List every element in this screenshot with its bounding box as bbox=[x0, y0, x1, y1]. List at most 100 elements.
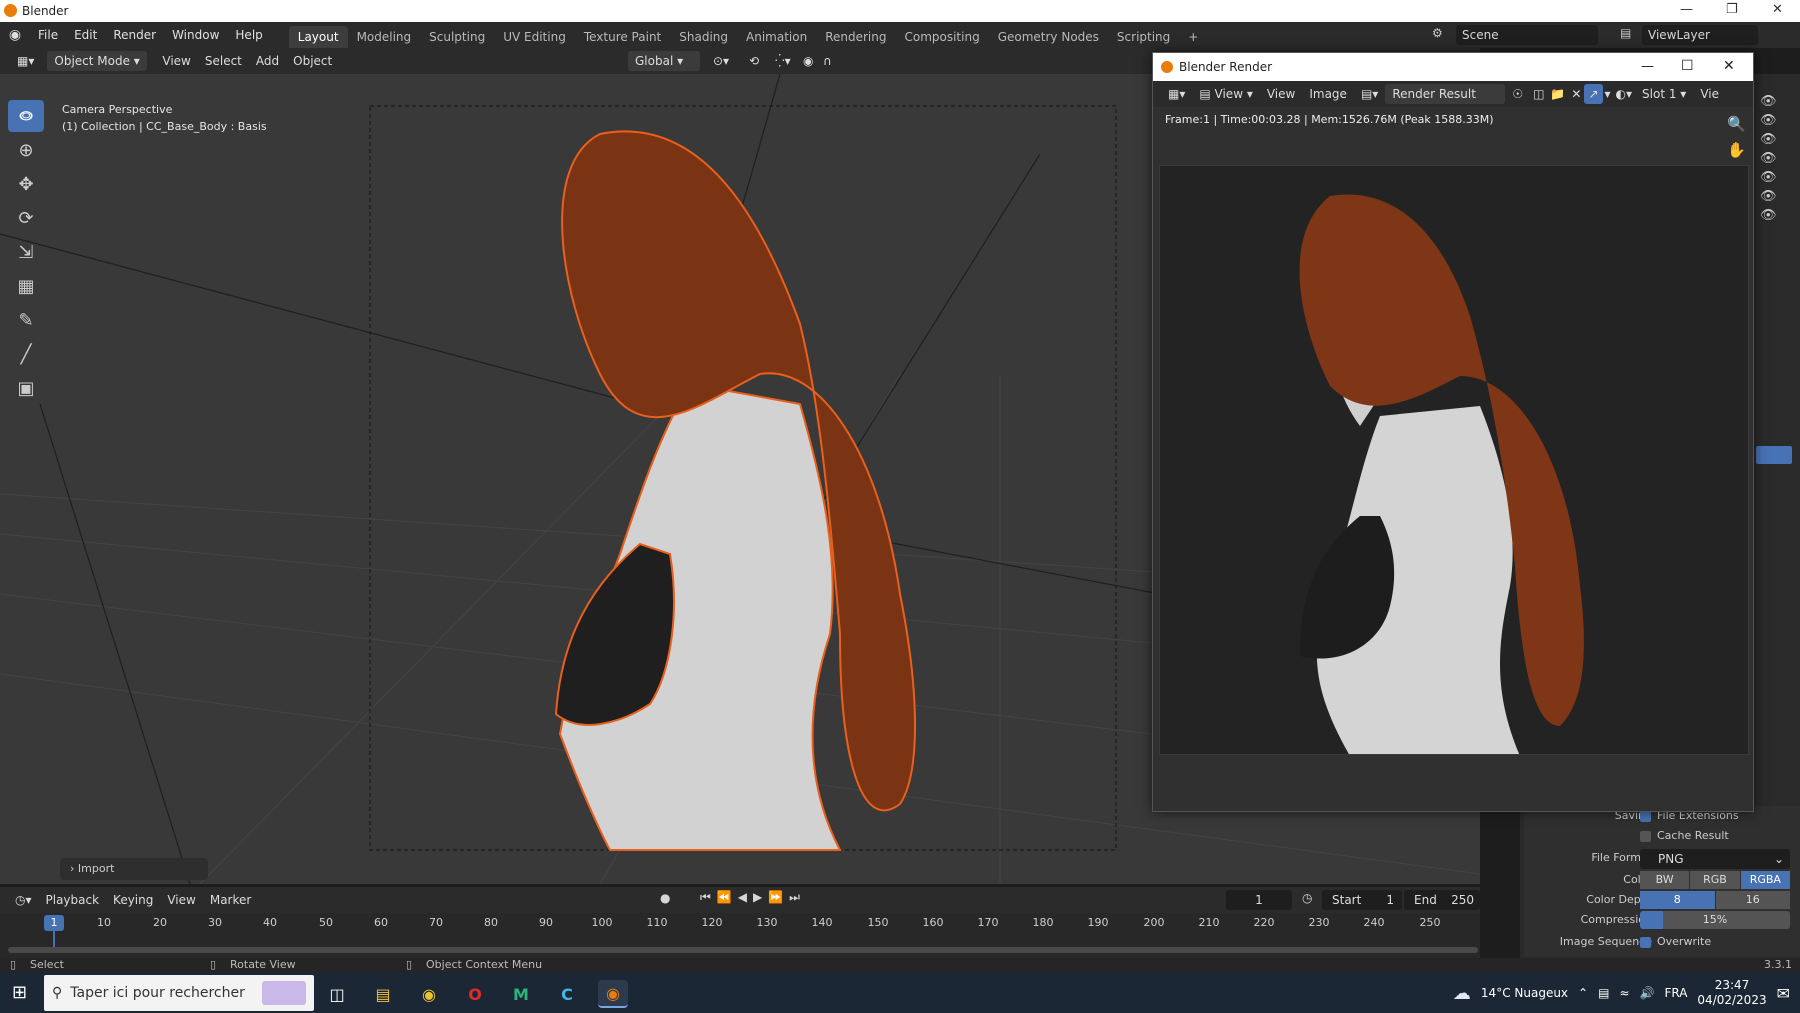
clock[interactable]: 23:47 04/02/2023 bbox=[1697, 978, 1766, 1008]
open-image-icon[interactable]: 📁 bbox=[1547, 84, 1568, 104]
image-name-field[interactable]: Render Result bbox=[1385, 84, 1506, 104]
overlays-icon[interactable]: ◐▾ bbox=[1613, 84, 1636, 104]
zoom-icon[interactable]: 🔍 bbox=[1727, 115, 1746, 133]
task-view-icon[interactable]: ◫ bbox=[322, 980, 352, 1008]
transform-tool-icon[interactable]: ▦ bbox=[8, 270, 44, 302]
playback-controls[interactable]: ⏮⏪◀▶⏩⏭ bbox=[700, 890, 806, 905]
sample-tool-icon[interactable]: ↗ bbox=[1584, 84, 1603, 104]
select-box-tool-icon[interactable]: ⭖ bbox=[8, 100, 44, 132]
transform-orientation-selector[interactable]: Global ▾ bbox=[628, 51, 700, 71]
menu-image-view[interactable]: View bbox=[1260, 84, 1302, 104]
tab-geometry-nodes[interactable]: Geometry Nodes bbox=[989, 26, 1108, 48]
minimize-icon[interactable]: — bbox=[1641, 59, 1654, 74]
slot-selector[interactable]: Slot 1 ▾ bbox=[1635, 84, 1693, 104]
properties-tab-output[interactable] bbox=[1756, 446, 1792, 464]
menu-add[interactable]: Add bbox=[249, 51, 286, 71]
color-mode-bw[interactable]: BW bbox=[1640, 871, 1690, 889]
restore-icon[interactable]: ❐ bbox=[1726, 2, 1738, 17]
chevron-down-icon[interactable]: ▾ bbox=[1603, 84, 1613, 104]
menu-edit[interactable]: Edit bbox=[66, 22, 105, 48]
start-frame-field[interactable]: Start 1 bbox=[1322, 890, 1402, 910]
render-window[interactable]: Blender Render — ☐ ✕ ▦▾ ▤ View ▾ View Im… bbox=[1152, 52, 1754, 812]
falloff-icon[interactable]: ∩ bbox=[816, 51, 839, 71]
menu-keying[interactable]: Keying bbox=[106, 890, 160, 910]
measure-tool-icon[interactable]: ╱ bbox=[8, 338, 44, 370]
tab-rendering[interactable]: Rendering bbox=[816, 26, 895, 48]
pan-hand-icon[interactable]: ✋ bbox=[1727, 141, 1746, 159]
m-app-icon[interactable]: M bbox=[506, 980, 536, 1008]
pivot-icon[interactable]: ⊙▾ bbox=[706, 51, 736, 71]
color-mode-rgba[interactable]: RGBA bbox=[1740, 871, 1790, 889]
menu-help[interactable]: Help bbox=[227, 22, 270, 48]
mode-selector[interactable]: Object Mode ▾ bbox=[47, 51, 148, 71]
menu-playback[interactable]: Playback bbox=[39, 890, 107, 910]
color-depth-16[interactable]: 16 bbox=[1715, 891, 1790, 909]
close-icon[interactable]: ✕ bbox=[1772, 2, 1783, 17]
notifications-icon[interactable]: ✉ bbox=[1777, 984, 1790, 1003]
language-indicator[interactable]: FRA bbox=[1664, 986, 1687, 1000]
scale-tool-icon[interactable]: ⇲ bbox=[8, 236, 44, 268]
new-image-icon[interactable]: ◫ bbox=[1530, 84, 1547, 104]
color-mode-rgb[interactable]: RGB bbox=[1690, 871, 1740, 889]
maximize-icon[interactable]: ☐ bbox=[1681, 58, 1694, 74]
volume-icon[interactable]: 🔊 bbox=[1640, 986, 1655, 1000]
record-icon[interactable]: ● bbox=[660, 891, 670, 905]
snap-target-icon[interactable]: ⁛▾ bbox=[768, 51, 798, 71]
add-workspace-button[interactable]: + bbox=[1179, 26, 1207, 48]
menu-window[interactable]: Window bbox=[164, 22, 227, 48]
view-mode-selector[interactable]: ▤ View ▾ bbox=[1192, 84, 1259, 104]
rotate-tool-icon[interactable]: ⟳ bbox=[8, 202, 44, 234]
render-result-image[interactable] bbox=[1159, 165, 1749, 755]
close-icon[interactable]: ✕ bbox=[1723, 58, 1735, 74]
cursor-tool-icon[interactable]: ⊕ bbox=[8, 134, 44, 166]
current-frame-field[interactable]: 1 bbox=[1226, 890, 1292, 910]
cache-result-checkbox[interactable]: Cache Result bbox=[1640, 829, 1729, 842]
minimize-icon[interactable]: — bbox=[1680, 2, 1693, 17]
weather-text[interactable]: 14°C Nuageux bbox=[1481, 986, 1568, 1000]
color-depth-8[interactable]: 8 bbox=[1640, 891, 1715, 909]
blender-menu-icon[interactable]: ◉ bbox=[0, 27, 30, 43]
menu-render[interactable]: Render bbox=[105, 22, 164, 48]
opera-icon[interactable]: O bbox=[460, 980, 490, 1008]
tab-shading[interactable]: Shading bbox=[670, 26, 737, 48]
unlink-image-icon[interactable]: ✕ bbox=[1568, 84, 1584, 104]
menu-select[interactable]: Select bbox=[198, 51, 249, 71]
menu-timeline-view[interactable]: View bbox=[160, 890, 202, 910]
menu-view[interactable]: View bbox=[155, 51, 197, 71]
view-layer-icon[interactable]: ▤ bbox=[1620, 26, 1631, 40]
editor-type-icon[interactable]: ▦▾ bbox=[10, 51, 41, 71]
file-explorer-icon[interactable]: ▤ bbox=[368, 980, 398, 1008]
file-format-select[interactable]: PNG ⌄ bbox=[1640, 849, 1790, 869]
windows-start-icon[interactable]: ⊞ bbox=[12, 982, 27, 1003]
tab-uv-editing[interactable]: UV Editing bbox=[494, 26, 575, 48]
monitor-icon[interactable]: ▤ bbox=[1598, 986, 1609, 1000]
tab-compositing[interactable]: Compositing bbox=[895, 26, 988, 48]
snap-icon[interactable]: ⟲ bbox=[742, 51, 766, 71]
end-frame-field[interactable]: End 250 bbox=[1404, 890, 1480, 910]
timeline-editor-icon[interactable]: ◷▾ bbox=[8, 890, 39, 910]
view-layer-short[interactable]: Vie bbox=[1693, 84, 1726, 104]
c-app-icon[interactable]: C bbox=[552, 980, 582, 1008]
add-cube-tool-icon[interactable]: ▣ bbox=[8, 372, 44, 404]
preview-range-icon[interactable]: ◷ bbox=[1302, 891, 1312, 905]
image-browse-icon[interactable]: ▤▾ bbox=[1354, 84, 1385, 104]
taskbar-search[interactable]: ⚲ Taper ici pour rechercher bbox=[44, 975, 314, 1011]
menu-marker[interactable]: Marker bbox=[203, 890, 258, 910]
move-tool-icon[interactable]: ✥ bbox=[8, 168, 44, 200]
tab-layout[interactable]: Layout bbox=[288, 26, 348, 48]
tab-modeling[interactable]: Modeling bbox=[348, 26, 421, 48]
annotate-tool-icon[interactable]: ✎ bbox=[8, 304, 44, 336]
tab-sculpting[interactable]: Sculpting bbox=[420, 26, 494, 48]
fake-user-icon[interactable]: ☉ bbox=[1505, 84, 1530, 104]
blender-taskbar-icon[interactable]: ◉ bbox=[598, 980, 628, 1008]
render-window-titlebar[interactable]: Blender Render — ☐ ✕ bbox=[1153, 53, 1753, 81]
menu-file[interactable]: File bbox=[30, 22, 66, 48]
tab-scripting[interactable]: Scripting bbox=[1108, 26, 1179, 48]
chevron-up-icon[interactable]: ⌃ bbox=[1578, 986, 1588, 1000]
playhead[interactable]: 1 bbox=[44, 915, 64, 931]
image-editor-type-icon[interactable]: ▦▾ bbox=[1161, 84, 1192, 104]
tab-texture-paint[interactable]: Texture Paint bbox=[575, 26, 670, 48]
menu-object[interactable]: Object bbox=[286, 51, 339, 71]
scene-icon[interactable]: ⚙ bbox=[1432, 26, 1443, 40]
compression-slider[interactable]: 15% bbox=[1640, 911, 1790, 929]
